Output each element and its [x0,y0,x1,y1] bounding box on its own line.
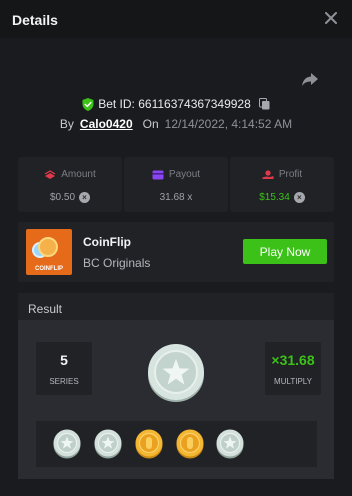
thumbnail-tag: COINFLIP [35,266,63,272]
stack-icon [44,169,56,179]
series-label: SERIES [49,376,79,386]
copy-icon[interactable] [258,98,270,110]
stat-value: 31.68 x [159,192,193,203]
stat-label: Amount [61,169,96,180]
multiply-label: MULTIPLY [274,376,312,386]
multiply-value: ×31.68 [271,351,315,368]
bet-id: Bet ID: 66116374367349928 [98,97,251,111]
result-title: Result [28,302,63,316]
series-box: 5 SERIES [36,342,92,395]
stat-amount: Amount $0.50 × [18,157,122,212]
silver-coin-icon [216,429,244,459]
bet-id-row: Bet ID: 66116374367349928 [0,95,352,113]
stat-payout: Payout 31.68 x [124,157,228,212]
game-thumbnail[interactable]: COINFLIP [26,229,72,275]
bet-stats: Amount $0.50 × Payout 31.68 x Profit $15… [18,157,334,212]
by-label: By [59,117,74,131]
result-panel: 5 SERIES ×31.68 MULTIPLY [18,320,334,479]
gold-coin-icon [176,429,204,459]
stat-label: Profit [278,169,303,180]
hand-coin-icon [262,169,274,179]
card-icon [152,170,164,179]
game-provider: BC Originals [83,256,151,270]
coin-art [38,237,58,257]
bet-author-row: By Calo0420 On 12/14/2022, 4:14:52 AM [0,115,352,133]
coin-history [36,421,317,467]
bet-datetime: 12/14/2022, 4:14:52 AM [164,117,293,131]
stat-profit: Profit $15.34 × [230,157,334,212]
silver-coin-icon [94,429,122,459]
close-icon[interactable] [322,9,340,27]
coin-icon: × [293,192,305,203]
silver-coin-icon [53,429,81,459]
shield-check-icon [82,97,94,111]
on-label: On [142,117,159,131]
result-section: Result 5 SERIES ×31.68 MULTIPLY [18,293,334,479]
stat-value: $0.50 [49,192,76,203]
username-link[interactable]: Calo0420 [80,117,133,131]
coin-icon: × [79,192,91,203]
multiply-box: ×31.68 MULTIPLY [265,342,321,395]
stat-value: $15.34 [259,192,290,203]
game-card: COINFLIP CoinFlip BC Originals Play Now [18,222,334,282]
play-now-button[interactable]: Play Now [243,239,327,264]
silver-coin-icon [148,344,204,402]
details-header: Details [0,0,352,38]
game-name[interactable]: CoinFlip [83,235,131,249]
stat-label: Payout [168,169,201,180]
modal-title: Details [12,12,58,28]
share-icon[interactable] [301,72,319,88]
series-value: 5 [60,351,68,368]
gold-coin-icon [135,429,163,459]
